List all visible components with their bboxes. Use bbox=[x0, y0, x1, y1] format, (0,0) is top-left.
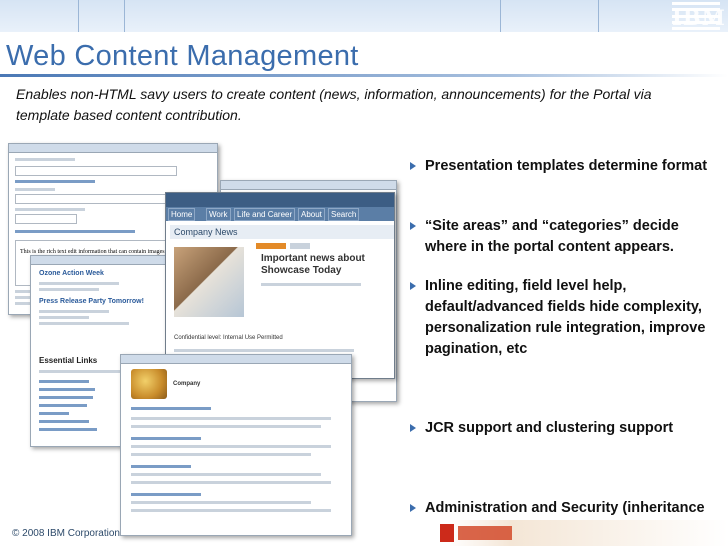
header-divider bbox=[124, 0, 125, 32]
nav-search: Search bbox=[328, 208, 360, 221]
bullet-text: Inline editing, field level help, defaul… bbox=[425, 278, 706, 357]
bullet-text: “Site areas” and “categories” decide whe… bbox=[425, 218, 679, 255]
bullet-item: Presentation templates determine format bbox=[410, 156, 715, 177]
confidential-label: Confidential level: Internal Use Permitt… bbox=[174, 335, 283, 341]
content-title: Company bbox=[173, 381, 201, 387]
employee-portal-screenshot: Home Work Life and Career About Search C… bbox=[165, 192, 395, 379]
news-headline: Important news about Showcase Today bbox=[261, 253, 365, 276]
nav-about: About bbox=[298, 208, 325, 221]
title-underline bbox=[0, 74, 728, 77]
nav-home: Home bbox=[168, 208, 196, 221]
essential-links-heading: Essential Links bbox=[39, 356, 98, 365]
header-divider bbox=[78, 0, 79, 32]
ibm-logo: IBM bbox=[672, 2, 726, 30]
bullet-item: JCR support and clustering support bbox=[410, 418, 715, 439]
footer-logo-band bbox=[458, 526, 512, 540]
slide-subtitle: Enables non-HTML savy users to create co… bbox=[16, 86, 652, 123]
slide-title: Web Content Management bbox=[6, 40, 359, 72]
nav-life-career: Life and Career bbox=[234, 208, 296, 221]
header-divider bbox=[598, 0, 599, 32]
copyright-footer: © 2008 IBM Corporation bbox=[12, 528, 120, 539]
bullet-item: Inline editing, field level help, defaul… bbox=[410, 276, 715, 360]
bullet-arrow-icon bbox=[410, 424, 416, 432]
ozone-heading: Ozone Action Week bbox=[39, 270, 104, 277]
company-news-heading: Company News bbox=[170, 225, 394, 239]
bullet-arrow-icon bbox=[410, 162, 416, 170]
content-viewer-screenshot: Company bbox=[120, 354, 352, 536]
press-heading: Press Release Party Tomorrow! bbox=[39, 298, 144, 305]
bullet-item: “Site areas” and “categories” decide whe… bbox=[410, 216, 715, 258]
footer-logo-mark bbox=[440, 524, 454, 542]
content-image bbox=[131, 369, 167, 399]
header-divider bbox=[500, 0, 501, 32]
bullet-arrow-icon bbox=[410, 222, 416, 230]
news-photo bbox=[174, 247, 244, 317]
bullet-arrow-icon bbox=[410, 282, 416, 290]
bullet-text: JCR support and clustering support bbox=[425, 420, 674, 436]
ibm-logo-text: IBM bbox=[672, 5, 726, 30]
bullet-text: Presentation templates determine format bbox=[425, 158, 708, 174]
nav-work: Work bbox=[206, 208, 231, 221]
top-header-bar: IBM bbox=[0, 0, 728, 32]
bullet-arrow-icon bbox=[410, 504, 416, 512]
